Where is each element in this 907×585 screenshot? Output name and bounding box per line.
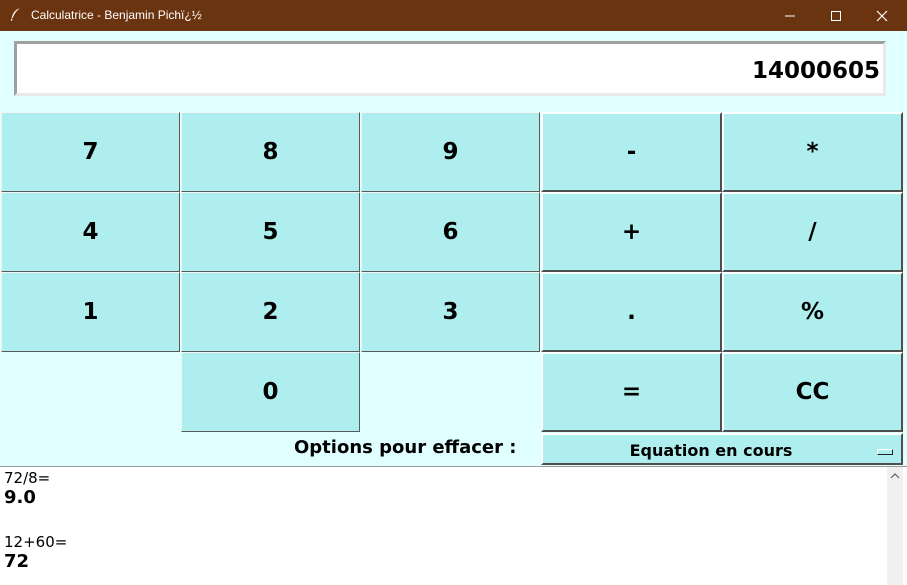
window-title: Calculatrice - Benjamin Pichï¿½: [31, 8, 202, 22]
clear-option-select[interactable]: Equation en cours: [541, 433, 903, 465]
key-6[interactable]: 6: [361, 192, 540, 272]
minimize-button[interactable]: [767, 0, 813, 31]
clear-option-value: Equation en cours: [629, 441, 793, 460]
key-minus[interactable]: -: [541, 112, 722, 192]
close-icon: [876, 10, 888, 21]
key-equals[interactable]: =: [541, 352, 722, 432]
key-1[interactable]: 1: [1, 272, 180, 352]
history-equation: 12+60=: [4, 533, 68, 551]
key-3[interactable]: 3: [361, 272, 540, 352]
key-8[interactable]: 8: [181, 112, 360, 192]
key-2[interactable]: 2: [181, 272, 360, 352]
key-multiply[interactable]: *: [722, 112, 903, 192]
minimize-icon: [785, 15, 795, 16]
key-5[interactable]: 5: [181, 192, 360, 272]
key-clear[interactable]: CC: [722, 352, 903, 432]
key-4[interactable]: 4: [1, 192, 180, 272]
display-value: 14000605: [751, 58, 880, 84]
key-9[interactable]: 9: [361, 112, 540, 192]
key-0[interactable]: 0: [181, 352, 360, 432]
history-panel[interactable]: 72/8= 9.0 12+60= 72: [0, 466, 907, 585]
key-7[interactable]: 7: [1, 112, 180, 192]
clear-options-label: Options pour effacer :: [294, 437, 517, 458]
close-button[interactable]: [859, 0, 905, 31]
option-menu-indicator-icon: [877, 449, 893, 455]
key-plus[interactable]: +: [541, 192, 722, 272]
key-percent[interactable]: %: [722, 272, 903, 352]
key-decimal[interactable]: .: [541, 272, 722, 352]
feather-icon: [11, 7, 21, 21]
key-divide[interactable]: /: [722, 192, 903, 272]
display-field[interactable]: 14000605: [14, 41, 886, 96]
maximize-icon: [831, 10, 841, 21]
history-result: 72: [4, 551, 30, 572]
maximize-button[interactable]: [813, 0, 859, 31]
history-equation: 72/8=: [4, 469, 51, 487]
history-scrollbar[interactable]: [887, 467, 903, 585]
history-result: 9.0: [4, 487, 36, 508]
scroll-up-icon[interactable]: [887, 469, 903, 483]
title-bar: Calculatrice - Benjamin Pichï¿½: [0, 0, 907, 31]
calculator-body: 14000605 7 8 9 4 5 6 1 2 3 0 - * + / . %…: [0, 31, 907, 585]
